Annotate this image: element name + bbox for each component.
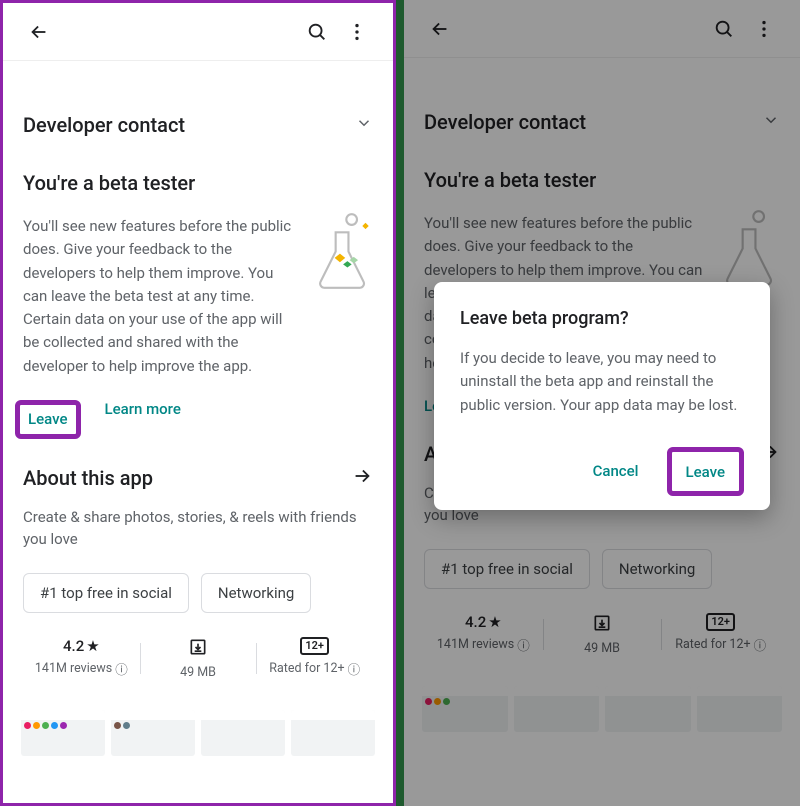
info-icon: ⓘ [115, 659, 128, 678]
stat-rating[interactable]: 4.2★ 141M reviews ⓘ [23, 637, 140, 680]
screenshot-thumb[interactable] [21, 710, 105, 756]
more-vert-icon[interactable] [337, 12, 377, 52]
chip-top-free[interactable]: #1 top free in social [23, 573, 189, 613]
stat-rating[interactable]: 4.2★ 141M reviews ⓘ [424, 613, 543, 656]
screenshot-thumb[interactable] [201, 710, 285, 756]
chip-top-free[interactable]: #1 top free in social [424, 549, 590, 589]
category-chips: #1 top free in social Networking [23, 573, 373, 613]
category-chips: #1 top free in social Networking [424, 549, 780, 589]
info-icon: ⓘ [517, 635, 530, 654]
screenshot-thumb[interactable] [422, 686, 508, 732]
download-icon [188, 637, 208, 661]
developer-contact-label: Developer contact [424, 110, 586, 134]
more-vert-icon[interactable] [744, 9, 784, 49]
screenshot-thumb[interactable] [605, 686, 691, 732]
stat-size[interactable]: 49 MB [543, 613, 662, 656]
stat-size[interactable]: 49 MB [140, 637, 257, 680]
leave-button[interactable]: Leave [28, 410, 68, 428]
top-bar [3, 3, 393, 61]
developer-contact-row[interactable]: Developer contact [23, 113, 373, 137]
about-label: About this app [23, 466, 153, 490]
beta-actions: Leave Learn more [23, 400, 373, 439]
stats-row: 4.2★ 141M reviews ⓘ 49 MB 12+ Rated for … [424, 613, 780, 656]
beta-title: You're a beta tester [23, 171, 373, 195]
star-icon: ★ [86, 637, 99, 655]
about-text: Create & share photos, stories, & reels … [23, 506, 373, 551]
stat-rated[interactable]: 12+ Rated for 12+ ⓘ [256, 637, 373, 680]
top-bar [404, 0, 800, 58]
about-row[interactable]: About this app [23, 465, 373, 492]
developer-contact-row[interactable]: Developer contact [424, 110, 780, 134]
age-badge: 12+ [300, 637, 329, 655]
flask-icon [309, 211, 373, 299]
back-icon[interactable] [19, 12, 59, 52]
screen-app-detail-dialog: Developer contact You're a beta tester Y… [404, 0, 800, 806]
leave-confirm-button[interactable]: Leave [686, 463, 726, 481]
screenshots[interactable] [3, 710, 393, 756]
star-icon: ★ [488, 613, 501, 631]
screenshot-thumb[interactable] [514, 686, 600, 732]
screenshots[interactable] [404, 686, 800, 732]
info-icon: ⓘ [348, 659, 361, 678]
stat-rated[interactable]: 12+ Rated for 12+ ⓘ [661, 613, 780, 656]
chevron-down-icon [762, 110, 780, 134]
age-badge: 12+ [706, 613, 735, 631]
leave-beta-dialog: Leave beta program? If you decide to lea… [434, 282, 770, 510]
cancel-button[interactable]: Cancel [583, 456, 649, 486]
screenshot-thumb[interactable] [111, 710, 195, 756]
leave-button-highlight: Leave [15, 400, 81, 439]
info-icon: ⓘ [754, 635, 767, 654]
dialog-text: If you decide to leave, you may need to … [460, 347, 744, 417]
beta-text: You'll see new features before the publi… [23, 215, 309, 378]
screenshot-thumb[interactable] [697, 686, 783, 732]
chevron-down-icon [355, 113, 373, 137]
dialog-title: Leave beta program? [460, 308, 744, 329]
beta-title: You're a beta tester [424, 168, 780, 192]
chip-networking[interactable]: Networking [201, 573, 311, 613]
developer-contact-label: Developer contact [23, 113, 185, 137]
search-icon[interactable] [704, 9, 744, 49]
back-icon[interactable] [420, 9, 460, 49]
screen-app-detail: Developer contact You're a beta tester Y… [0, 0, 396, 806]
download-icon [592, 613, 612, 637]
stats-row: 4.2★ 141M reviews ⓘ 49 MB 12+ Rated for … [23, 637, 373, 680]
learn-more-link[interactable]: Learn more [105, 400, 181, 439]
arrow-right-icon [351, 465, 373, 492]
chip-networking[interactable]: Networking [602, 549, 712, 589]
search-icon[interactable] [297, 12, 337, 52]
screenshot-thumb[interactable] [291, 710, 375, 756]
leave-button-highlight: Leave [667, 447, 745, 496]
